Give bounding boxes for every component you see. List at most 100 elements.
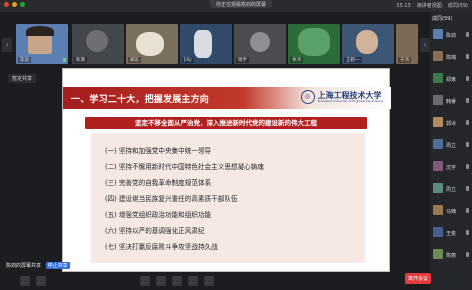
mic-toggle-icon[interactable] [20, 276, 30, 286]
video-strip: ‹ 陈劲 陈璐 郑东 Jilly 钱宇 余鸿 王鹤一 于鸿 › [0, 24, 430, 68]
tile-name: Jilly [182, 58, 194, 63]
points-panel: (一) 坚持和加强党中央集中统一领导 (二) 坚持不懈用新时代中国特色社会主义思… [91, 133, 365, 263]
point-item: (一) 坚持和加强党中央集中统一领导 [105, 147, 212, 155]
avatar [433, 161, 443, 171]
view-mode-button[interactable]: 演讲者视图 [417, 2, 442, 9]
participant-name: 韩睿 [446, 99, 457, 105]
tile-name: 陈璐 [74, 57, 87, 63]
participant-name: 郭冰 [446, 121, 457, 127]
close-icon[interactable] [4, 2, 9, 7]
tile-name: 钱宇 [236, 57, 249, 63]
point-item: (四) 建设堪当民族复兴重任的高素质干部队伍 [105, 195, 238, 203]
slide-header: 一、学习二十大，把握发展主方向 ◎ 上海工程技术大学 Shanghai Univ… [63, 87, 391, 109]
stop-sharing-button[interactable]: 停止共享 [45, 262, 70, 269]
share-notice: 你正在观看陈劲的屏幕 [210, 0, 273, 8]
leave-meeting-button[interactable]: 离开会议 [405, 273, 432, 284]
avatar [433, 249, 443, 259]
mic-icon [466, 76, 469, 81]
video-tile[interactable]: 王鹤一 [342, 24, 394, 64]
avatar [433, 29, 443, 39]
mic-icon [466, 120, 469, 125]
participant-name: 沈宇 [446, 165, 457, 171]
avatar [433, 117, 443, 127]
participant-row[interactable]: 沈宇 [432, 158, 470, 180]
mic-icon [466, 230, 469, 235]
avatar [433, 95, 443, 105]
video-tile[interactable]: 陈劲 [16, 24, 68, 64]
participants-title: 成同(59) [432, 16, 453, 22]
participant-row[interactable]: 郭冰 [432, 114, 470, 136]
participant-row[interactable]: 陈丽 [432, 246, 470, 268]
tile-name: 余鸿 [290, 57, 303, 63]
university-seal-icon: ◎ [300, 90, 315, 104]
mic-icon [466, 32, 469, 37]
tile-name: 王鹤一 [344, 57, 362, 63]
video-tile[interactable]: 郑东 [126, 24, 178, 64]
participant-row[interactable]: 韩睿 [432, 92, 470, 114]
participant-row[interactable]: 马楠 [432, 202, 470, 224]
participant-row[interactable]: 周立 [432, 136, 470, 158]
logo-name: 上海工程技术大学 [317, 90, 382, 100]
record-icon[interactable] [172, 276, 182, 286]
point-item: (六) 坚持以严的基调强化正风肃纪 [105, 227, 205, 235]
participants-panel: 成同(59) 陈劲 陈璐 郑東 韩睿 郭冰 周立 沈宇 周立 马楠 王俊 陈丽 [430, 12, 472, 290]
mic-icon [466, 186, 469, 191]
screen-share-icon[interactable] [140, 276, 150, 286]
video-tile[interactable]: 陈璐 [72, 24, 124, 64]
point-item: (五) 增强党组织政治功能和组织功能 [105, 211, 212, 219]
reaction-icon[interactable] [188, 276, 198, 286]
participant-name: 陈丽 [446, 253, 457, 259]
tile-name: 于鸿 [398, 57, 411, 63]
participants-count[interactable]: 成同(59) [448, 2, 468, 9]
avatar [433, 183, 443, 193]
participant-row[interactable]: 周立 [432, 180, 470, 202]
point-item: (二) 坚持不懈用新时代中国特色社会主义思想凝心铸魂 [105, 163, 264, 171]
maximize-icon[interactable] [20, 2, 25, 7]
meeting-window: 你正在观看陈劲的屏幕 35:13 演讲者视图 成同(59) ‹ 陈劲 陈璐 郑东… [0, 0, 472, 290]
shared-slide: 一、学习二十大，把握发展主方向 ◎ 上海工程技术大学 Shanghai Univ… [62, 68, 391, 272]
mic-icon [466, 98, 469, 103]
video-tile[interactable]: 于鸿 [396, 24, 418, 64]
tile-name: 陈劲 [18, 57, 31, 63]
participant-row[interactable]: 郑東 [432, 70, 470, 92]
participant-row[interactable]: 王俊 [432, 224, 470, 246]
top-right: 35:13 演讲者视图 成同(59) [396, 2, 468, 10]
share-status: 陈劲的屏幕共享 停止共享 [6, 262, 70, 269]
university-logo: ◎ 上海工程技术大学 Shanghai University of Engine… [300, 90, 384, 104]
meeting-time: 35:13 [396, 2, 411, 9]
camera-toggle-icon[interactable] [36, 276, 46, 286]
participant-name: 郑東 [446, 77, 457, 83]
stop-share-button[interactable]: 暂定共享 [8, 74, 37, 83]
mic-icon [466, 142, 469, 147]
point-item: (七) 坚决打赢反腐败斗争攻坚战持久战 [105, 243, 218, 251]
video-tile[interactable]: 钱宇 [234, 24, 286, 64]
point-item: (三) 完善党的自我革命制度规范体系 [105, 179, 212, 187]
avatar [433, 205, 443, 215]
participant-name: 周立 [446, 143, 457, 149]
participant-row[interactable]: 陈劲 [432, 26, 470, 48]
slide-banner: 坚定不移全面从严治党，深入推进新时代党的建设新的伟大工程 [85, 117, 367, 129]
avatar [433, 139, 443, 149]
settings-icon[interactable] [204, 276, 214, 286]
avatar [433, 51, 443, 61]
video-tile[interactable]: Jilly [180, 24, 232, 64]
mic-icon [466, 252, 469, 257]
video-tile[interactable]: 余鸿 [288, 24, 340, 64]
mic-icon [466, 54, 469, 59]
logo-sub: Shanghai University of Engineering Scien… [317, 99, 384, 103]
window-controls [4, 2, 25, 7]
strip-prev-icon[interactable]: ‹ [2, 38, 12, 52]
mic-icon [466, 164, 469, 169]
avatar [433, 73, 443, 83]
participants-icon[interactable] [156, 276, 166, 286]
minimize-icon[interactable] [12, 2, 17, 7]
slide-header-title: 一、学习二十大，把握发展主方向 [71, 95, 210, 105]
bottom-toolbar [0, 272, 430, 290]
participant-row[interactable]: 陈璐 [432, 48, 470, 70]
strip-next-icon[interactable]: › [420, 38, 430, 52]
avatar [433, 227, 443, 237]
participant-name: 陈劲 [446, 33, 457, 39]
participant-name: 周立 [446, 187, 457, 193]
participant-name: 王俊 [446, 231, 457, 237]
mic-icon [466, 208, 469, 213]
